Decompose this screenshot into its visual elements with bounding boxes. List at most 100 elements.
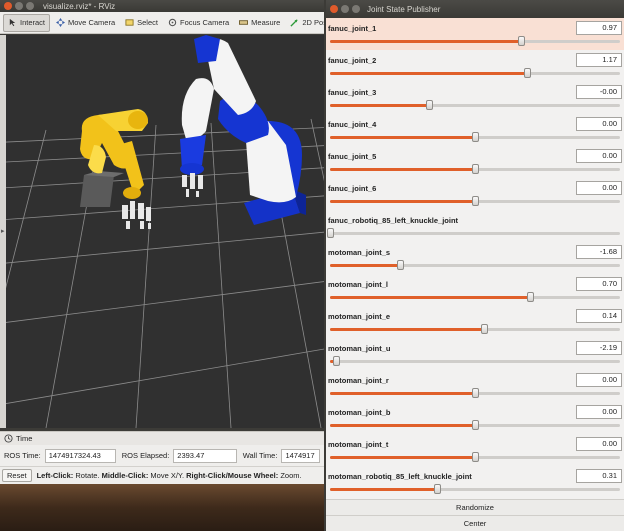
joint-name-label: motoman_joint_b [328, 408, 391, 417]
joint-slider-handle[interactable] [327, 228, 334, 238]
joint-slider-handle[interactable] [396, 260, 404, 270]
jsp-titlebar: Joint State Publisher [326, 0, 624, 18]
joint-value-field[interactable]: 0.97 [576, 21, 622, 35]
joint-slider[interactable] [330, 132, 620, 142]
joint-slider-handle[interactable] [480, 324, 488, 334]
joint-state-publisher-window: Joint State Publisher fanuc_joint_1 0.97 f… [324, 0, 624, 531]
joint-slider-handle[interactable] [332, 356, 340, 366]
tool-select[interactable]: Select [121, 14, 162, 32]
joint-slider-fill [330, 136, 475, 139]
joint-name-label: fanuc_joint_1 [328, 24, 377, 33]
ros-time-field[interactable]: 1474917324.43 [44, 448, 116, 463]
jsp-close-window-icon[interactable] [330, 5, 338, 13]
fanuc-robot-model[interactable] [80, 109, 148, 207]
close-window-icon[interactable] [4, 2, 12, 10]
ros-elapsed-label: ROS Elapsed: [121, 451, 170, 460]
joint-value-field[interactable]: 0.00 [576, 437, 622, 451]
joint-slider-handle[interactable] [472, 420, 479, 430]
joint-slider-fill [330, 488, 438, 491]
3d-scene[interactable] [6, 35, 325, 428]
joint-row: fanuc_joint_5 0.00 [326, 146, 624, 178]
joint-slider[interactable] [330, 356, 620, 366]
joint-slider[interactable] [330, 292, 620, 302]
minimize-window-icon[interactable] [15, 2, 23, 10]
center-button[interactable]: Center [326, 515, 624, 531]
tool-measure-label: Measure [251, 18, 281, 27]
joint-slider-handle[interactable] [434, 484, 442, 494]
tool-select-label: Select [137, 18, 158, 27]
joint-slider[interactable] [330, 324, 620, 334]
joint-slider[interactable] [330, 452, 620, 462]
tool-move-camera[interactable]: Move Camera [52, 14, 119, 32]
joint-slider[interactable] [330, 196, 620, 206]
joint-slider[interactable] [327, 228, 620, 238]
joint-slider[interactable] [330, 68, 620, 78]
tool-2d-pose-estimate[interactable]: 2D Pose Esti [286, 14, 326, 32]
tool-2d-pose-estimate-label: 2D Pose Esti [302, 18, 326, 27]
joint-name-label: motoman_joint_u [328, 344, 391, 353]
joint-slider-handle[interactable] [472, 164, 479, 174]
fanuc-gripper [122, 201, 151, 229]
joint-slider[interactable] [330, 164, 620, 174]
rviz-window-title: visualize.rviz* - RViz [43, 1, 116, 11]
joint-value-field[interactable]: 0.00 [576, 181, 622, 195]
3d-viewport[interactable] [6, 35, 325, 428]
joint-slider-handle[interactable] [524, 68, 532, 78]
wall-time-field[interactable]: 1474917 [281, 448, 321, 463]
tool-interact[interactable]: Interact [3, 13, 51, 32]
joint-slider-handle[interactable] [527, 292, 535, 302]
joint-row: motoman_joint_b 0.00 [326, 402, 624, 434]
desktop-wallpaper [0, 484, 326, 531]
joint-value-field[interactable]: -2.19 [576, 341, 622, 355]
joint-row: fanuc_joint_2 1.17 [326, 50, 624, 82]
joint-slider-handle[interactable] [472, 132, 479, 142]
joint-slider-fill [330, 40, 522, 43]
move-camera-icon [56, 18, 66, 27]
joint-slider[interactable] [330, 260, 620, 270]
screen: visualize.rviz* - RViz Interact Move Cam… [0, 0, 624, 531]
joint-slider[interactable] [330, 100, 620, 110]
select-icon [125, 19, 134, 26]
tool-measure[interactable]: Measure [235, 14, 284, 32]
joint-value-field[interactable]: 0.00 [576, 373, 622, 387]
joint-value-field[interactable]: 0.14 [576, 309, 622, 323]
joint-row: fanuc_joint_1 0.97 [326, 18, 624, 50]
rviz-titlebar: visualize.rviz* - RViz [0, 0, 326, 12]
reset-button[interactable]: Reset [2, 469, 32, 482]
joint-row: fanuc_robotiq_85_left_knuckle_joint [326, 210, 624, 242]
joint-slider[interactable] [330, 420, 620, 430]
joint-slider-fill [330, 328, 484, 331]
joint-value-field[interactable]: 0.31 [576, 469, 622, 483]
joint-slider-handle[interactable] [472, 196, 479, 206]
joint-value-field[interactable]: 0.00 [576, 149, 622, 163]
joint-slider-handle[interactable] [425, 100, 433, 110]
joint-row: motoman_joint_r 0.00 [326, 370, 624, 402]
jsp-window-title: Joint State Publisher [367, 4, 441, 14]
joint-slider-fill [330, 424, 475, 427]
joint-slider[interactable] [330, 484, 620, 494]
joint-slider-handle[interactable] [472, 452, 479, 462]
joint-value-field[interactable]: 0.70 [576, 277, 622, 291]
maximize-window-icon[interactable] [26, 2, 34, 10]
joint-value-field[interactable]: 0.00 [576, 405, 622, 419]
joint-name-label: motoman_joint_l [328, 280, 389, 289]
ros-elapsed-field[interactable]: 2393.47 [173, 448, 237, 463]
randomize-button[interactable]: Randomize [326, 499, 624, 515]
jsp-minimize-window-icon[interactable] [341, 5, 349, 13]
joint-value-field[interactable]: -1.68 [576, 245, 622, 259]
rviz-window: visualize.rviz* - RViz Interact Move Cam… [0, 0, 326, 531]
jsp-maximize-window-icon[interactable] [352, 5, 360, 13]
measure-icon [239, 20, 249, 25]
interact-icon [9, 18, 16, 27]
joint-value-field[interactable]: 0.00 [576, 117, 622, 131]
joint-slider-fill [330, 168, 475, 171]
joint-name-label: fanuc_robotiq_85_left_knuckle_joint [328, 216, 459, 225]
joint-value-field[interactable]: 1.17 [576, 53, 622, 67]
joint-slider-handle[interactable] [518, 36, 526, 46]
tool-focus-camera[interactable]: Focus Camera [164, 14, 233, 32]
joint-slider-handle[interactable] [472, 388, 479, 398]
joint-name-label: fanuc_joint_3 [328, 88, 377, 97]
joint-value-field[interactable]: -0.00 [576, 85, 622, 99]
joint-slider[interactable] [330, 36, 620, 46]
joint-slider[interactable] [330, 388, 620, 398]
